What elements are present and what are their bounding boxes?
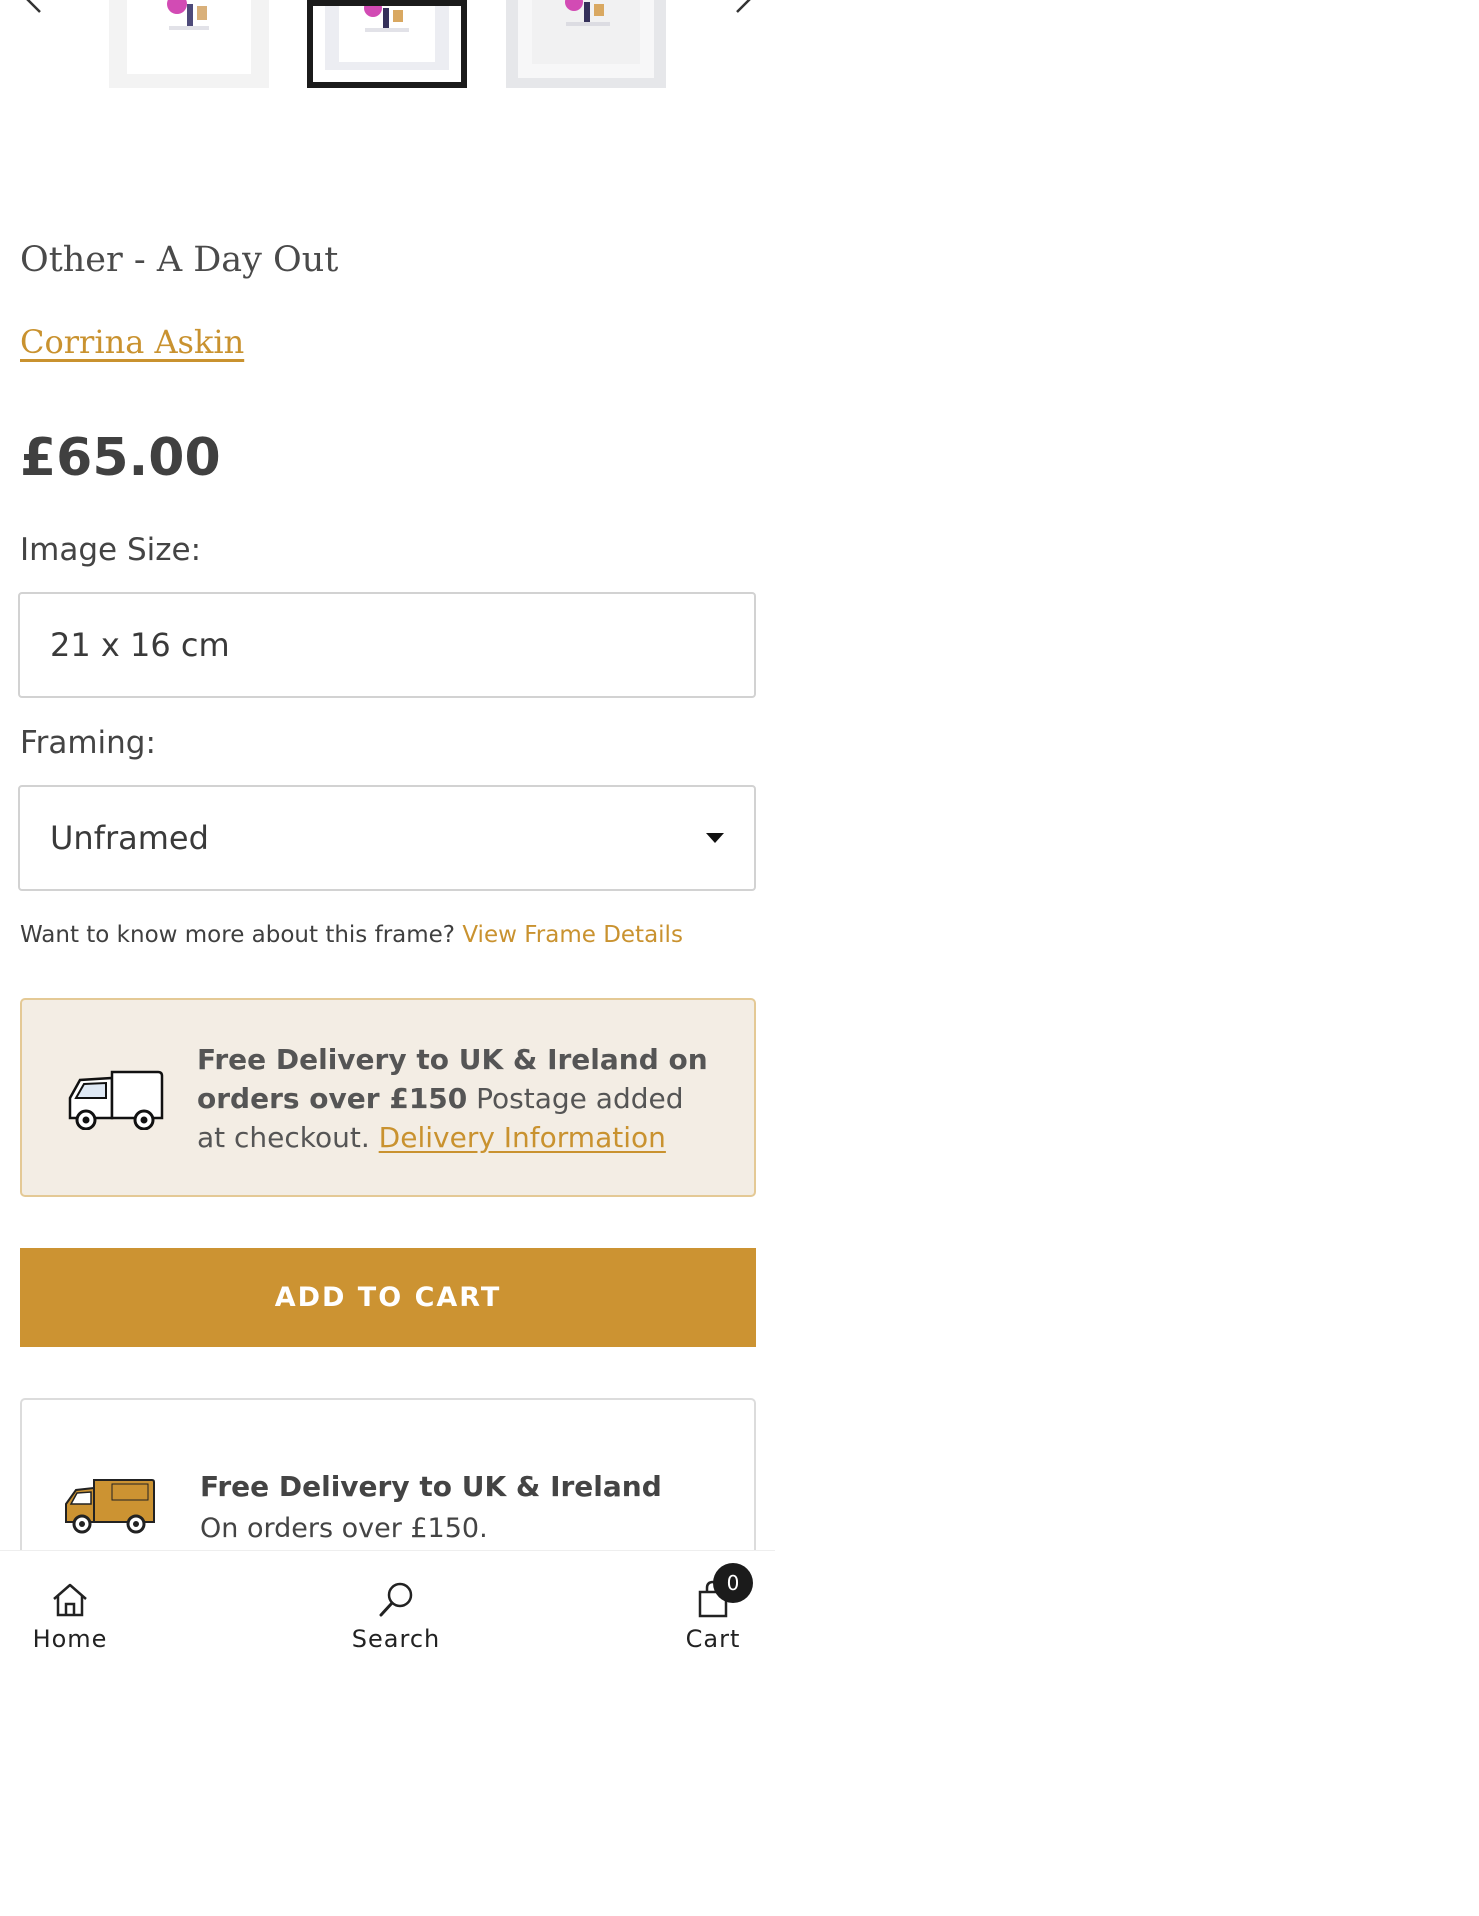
nav-cart-label: Cart [685, 1625, 741, 1653]
delivery-van-icon [68, 1070, 164, 1130]
delivery-notice-text: Free Delivery to UK & Ireland on orders … [197, 1040, 717, 1157]
chevron-right-icon[interactable] [725, 0, 765, 26]
view-frame-details-link[interactable]: View Frame Details [462, 922, 683, 948]
cart-count-badge: 0 [713, 1563, 753, 1603]
framing-label: Framing: [20, 725, 156, 761]
add-to-cart-button[interactable]: ADD TO CART [20, 1248, 756, 1347]
chevron-left-icon[interactable] [12, 0, 52, 26]
home-icon [53, 1583, 87, 1617]
thumbnail-unframed[interactable] [109, 0, 269, 88]
image-size-value: 21 x 16 cm [50, 626, 230, 664]
image-size-field[interactable]: 21 x 16 cm [18, 592, 756, 698]
product-column: Other - A Day Out Corrina Askin £65.00 I… [0, 0, 775, 1916]
framing-select[interactable]: Unframed [18, 785, 756, 891]
gallery-van-icon [65, 1479, 155, 1534]
delivery-notice: Free Delivery to UK & Ireland on orders … [20, 998, 756, 1197]
info-box-title: Free Delivery to UK & Ireland [200, 1470, 662, 1503]
nav-home[interactable]: Home [10, 1577, 130, 1653]
delivery-information-link[interactable]: Delivery Information [379, 1121, 666, 1154]
bottom-nav: Home Search 0 Cart [0, 1550, 775, 1661]
framing-value: Unframed [50, 819, 209, 857]
image-size-label: Image Size: [20, 532, 202, 568]
frame-note: Want to know more about this frame? View… [20, 922, 683, 948]
search-icon [379, 1582, 413, 1617]
page: Other - A Day Out Corrina Askin £65.00 I… [0, 0, 1479, 1916]
info-box-subtitle: On orders over £150. [200, 1513, 488, 1544]
product-title: Other - A Day Out [20, 240, 339, 280]
thumbnail-white-frame[interactable] [506, 0, 666, 88]
thumbnail-black-frame[interactable] [307, 0, 467, 88]
nav-search-label: Search [351, 1625, 441, 1653]
caret-down-icon [706, 833, 724, 843]
nav-home-label: Home [32, 1625, 108, 1653]
nav-cart[interactable]: 0 Cart [653, 1563, 773, 1653]
product-price: £65.00 [20, 428, 221, 488]
artist-link[interactable]: Corrina Askin [20, 323, 244, 361]
nav-search[interactable]: Search [336, 1577, 456, 1653]
frame-question: Want to know more about this frame? [20, 922, 456, 948]
